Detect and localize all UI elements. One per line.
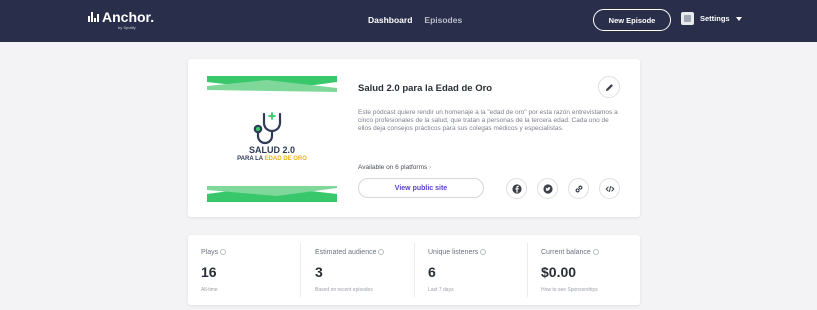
new-episode-button[interactable]: New Episode: [593, 9, 671, 31]
stat-value: 16: [201, 264, 217, 280]
stat-label: Current balance: [541, 249, 591, 256]
avatar: [681, 12, 694, 25]
info-icon[interactable]: [592, 249, 599, 255]
stats-card: Plays 16 All-time Estimated audience 3 B…: [188, 235, 640, 305]
stat-value: 3: [315, 264, 323, 280]
info-icon[interactable]: [220, 249, 227, 255]
stat-value: 6: [428, 264, 436, 280]
anchor-logo[interactable]: Anchor. by Spotify: [88, 9, 155, 30]
stat-label: Estimated audience: [315, 249, 377, 256]
stat-label: Plays: [201, 249, 219, 256]
stat-subtext: Based on recent episodes: [315, 287, 373, 293]
top-nav-bar: Anchor. by Spotify Dashboard Episodes Ne…: [0, 0, 817, 42]
embed-code-button[interactable]: [599, 178, 620, 199]
pencil-icon: [605, 83, 613, 91]
cover-subtitle-prefix: PARA LA: [237, 156, 265, 162]
stethoscope-icon: [253, 112, 282, 145]
twitter-icon: [542, 183, 553, 194]
logo-subtext: by Spotify: [118, 25, 136, 30]
settings-label: Settings: [700, 14, 730, 23]
podcast-card: SALUD 2.0 PARA LA EDAD DE ORO Salud 2.0 …: [188, 59, 640, 217]
settings-menu[interactable]: Settings: [681, 12, 742, 25]
availability-link[interactable]: Available on 6 platforms ›: [358, 164, 431, 171]
chevron-down-icon: [735, 16, 742, 21]
copy-link-button[interactable]: [568, 178, 589, 199]
podcast-description: Este pódcast quiere rendir un homenaje a…: [358, 109, 618, 133]
share-twitter-button[interactable]: [537, 178, 558, 199]
divider: [527, 243, 528, 297]
cover-title: SALUD 2.0: [248, 145, 295, 155]
facebook-icon: [511, 183, 522, 194]
share-facebook-button[interactable]: [506, 178, 527, 199]
nav-dashboard[interactable]: Dashboard: [368, 15, 412, 25]
stat-label: Unique listeners: [428, 249, 479, 256]
cover-subtitle: PARA LA EDAD DE ORO: [207, 156, 337, 162]
divider: [414, 243, 415, 297]
chevron-right-icon: ›: [429, 165, 432, 171]
stat-subtext[interactable]: How to see Sponsorships: [541, 287, 598, 293]
divider: [300, 243, 301, 297]
podcast-title: Salud 2.0 para la Edad de Oro: [358, 83, 493, 94]
link-icon: [575, 185, 582, 192]
stat-subtext: Last 7 days: [428, 287, 454, 293]
cover-art-graphic: [207, 76, 337, 202]
info-icon[interactable]: [378, 249, 385, 255]
anchor-logo-icon: [88, 12, 99, 22]
logo-text: Anchor.: [102, 9, 155, 25]
code-icon: [604, 185, 615, 192]
edit-podcast-button[interactable]: [598, 76, 620, 98]
stat-value: $0.00: [541, 264, 577, 280]
info-icon[interactable]: [480, 249, 487, 255]
stat-subtext: All-time: [201, 287, 218, 293]
cover-subtitle-highlight: EDAD DE ORO: [264, 156, 307, 162]
main-nav: Dashboard Episodes: [368, 15, 462, 25]
podcast-cover-art[interactable]: SALUD 2.0 PARA LA EDAD DE ORO: [207, 76, 337, 202]
view-public-site-button[interactable]: View public site: [358, 178, 484, 198]
nav-episodes[interactable]: Episodes: [424, 15, 462, 25]
availability-text: Available on 6 platforms: [358, 164, 428, 171]
